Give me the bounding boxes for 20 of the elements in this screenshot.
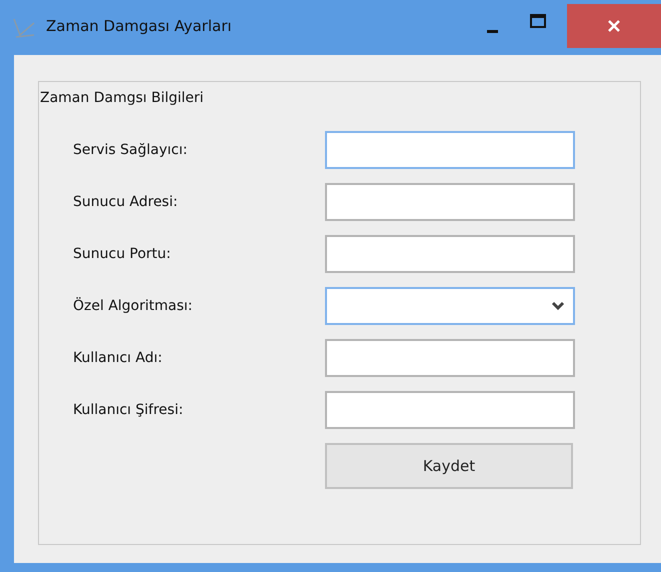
chevron-down-icon [551, 301, 565, 311]
group-title: Zaman Damgsı Bilgileri [40, 89, 204, 108]
maximize-icon [530, 14, 546, 28]
minimize-icon [486, 30, 498, 32]
pen-icon [12, 16, 36, 38]
input-field[interactable] [325, 391, 575, 429]
field-label: Kullanıcı Adı: [72, 348, 164, 368]
field-label: Servis Sağlayıcı: [72, 140, 188, 160]
window-title: Zaman Damgası Ayarları [46, 16, 232, 38]
input-field[interactable] [325, 183, 575, 221]
save-button[interactable]: Kaydet [325, 443, 573, 489]
field-label: Sunucu Portu: [72, 244, 172, 264]
field-label: Sunucu Adresi: [72, 192, 179, 212]
close-icon [607, 19, 621, 33]
input-field[interactable] [325, 235, 575, 273]
dropdown-field[interactable] [325, 287, 575, 325]
field-label: Kullanıcı Şifresi: [72, 400, 184, 420]
input-field[interactable] [325, 131, 575, 169]
field-label: Özel Algoritması: [72, 296, 194, 316]
input-field[interactable] [325, 339, 575, 377]
